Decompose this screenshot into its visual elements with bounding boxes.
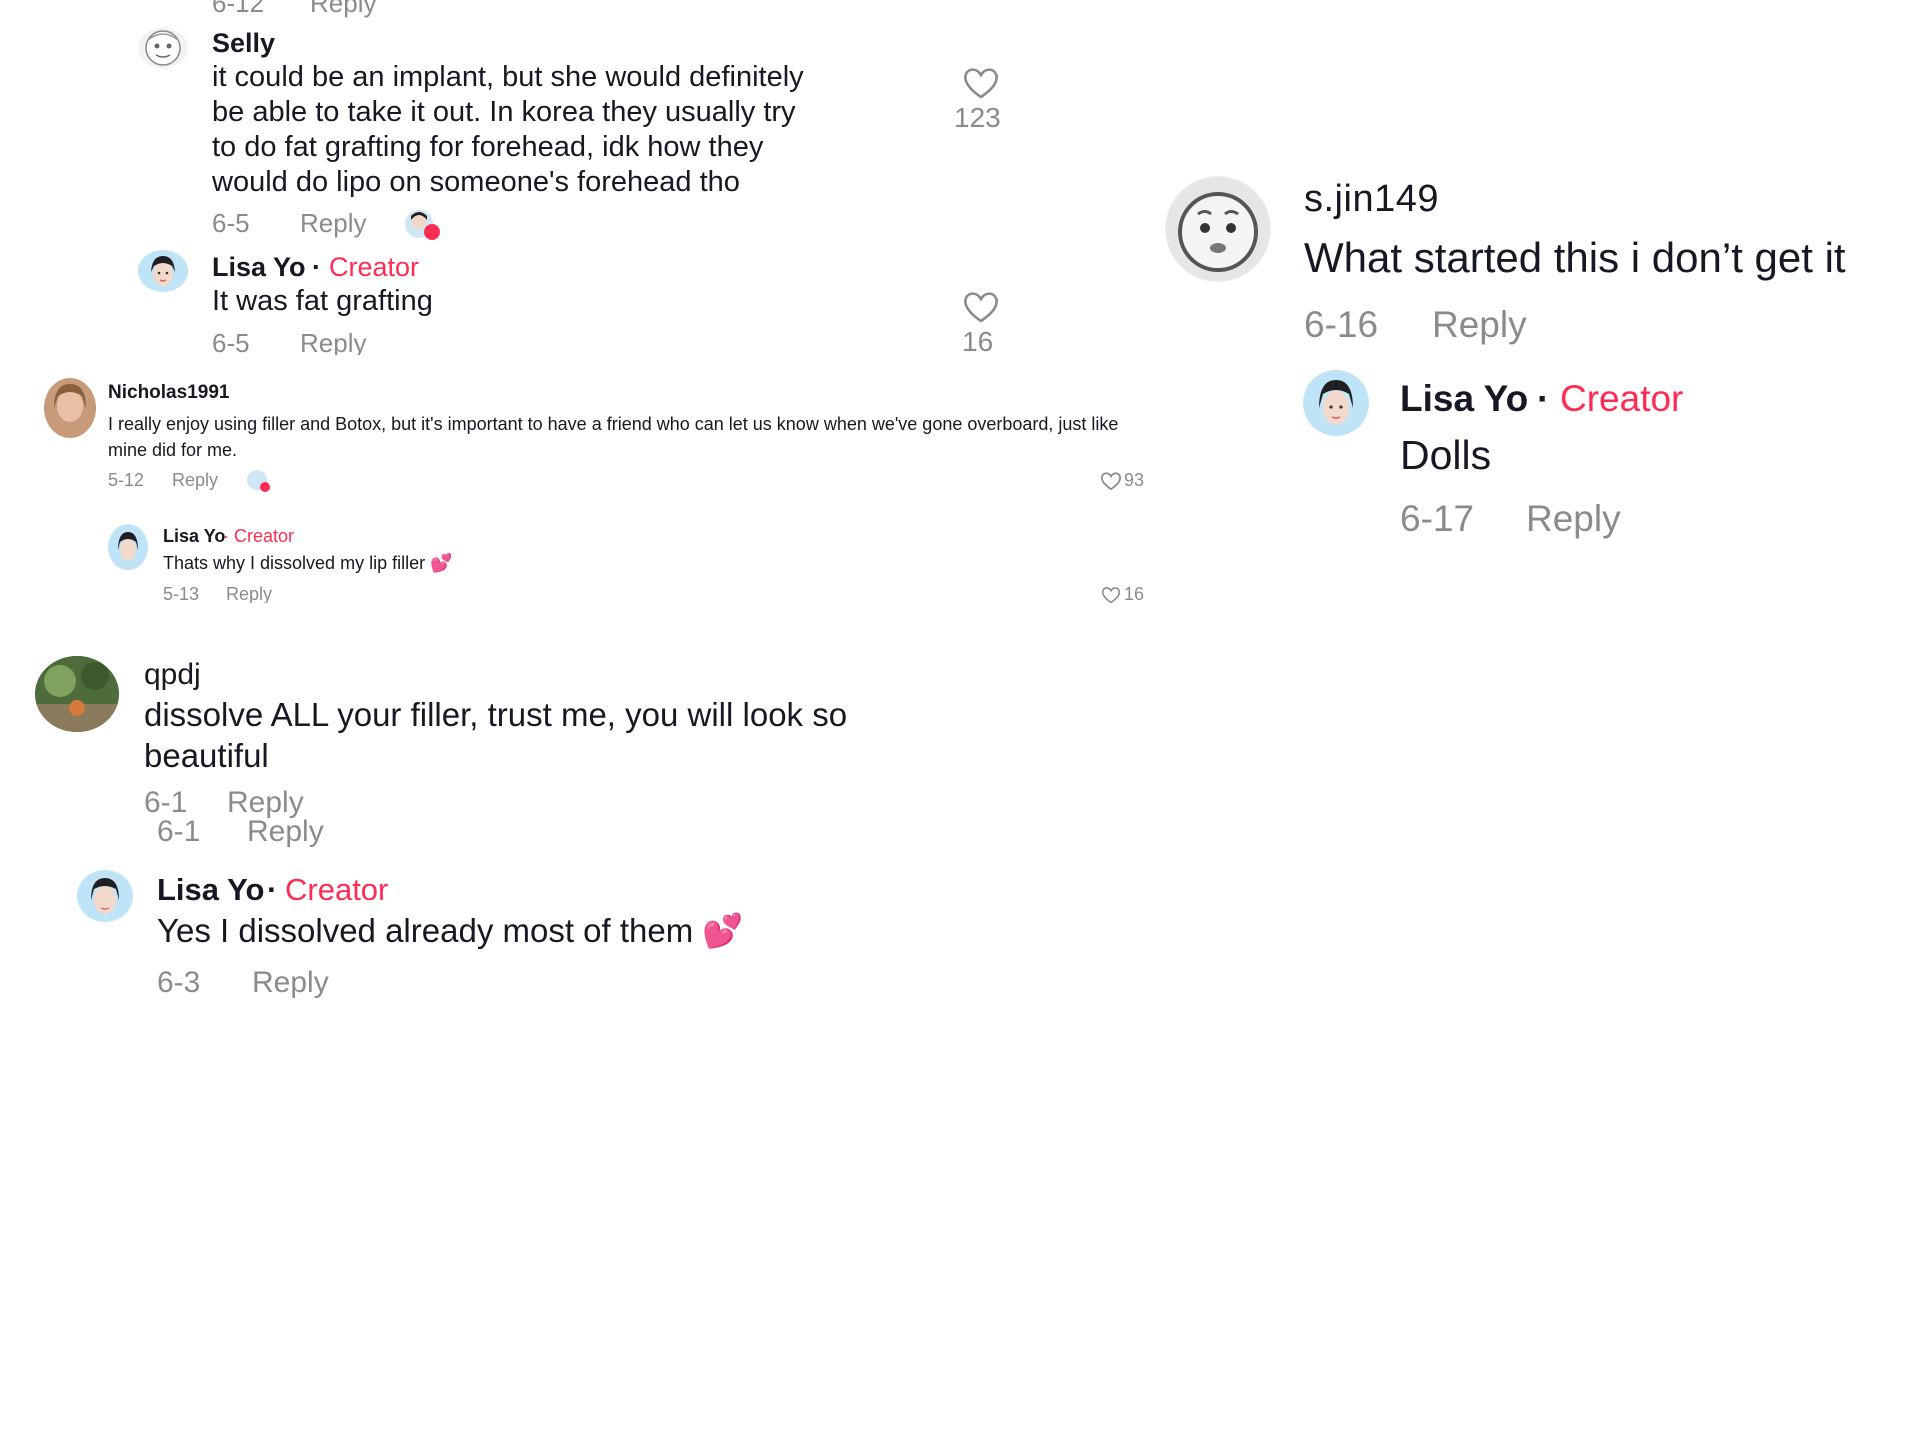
comment-date: 6-5 <box>212 208 250 238</box>
reply-text: It was fat grafting <box>212 285 433 317</box>
reply-date: 5-13 <box>163 584 200 603</box>
comment-text: I really enjoy using filler and Botox, b… <box>108 411 1118 463</box>
like-count: 16 <box>1124 584 1145 603</box>
reply-button[interactable]: Reply <box>1526 498 1621 540</box>
comment-panel-sjin: s.jin149 What started this i don’t get i… <box>1160 170 1920 550</box>
creator-badge: · Creator <box>223 526 294 547</box>
like-count: 123 <box>954 102 1001 133</box>
like-count: 93 <box>1124 470 1145 490</box>
comment-panel-selly: 6-12 Reply Selly it could be an implant,… <box>0 0 1160 355</box>
creator-avatar[interactable] <box>77 870 133 922</box>
reply-button[interactable]: Reply <box>310 0 376 19</box>
separator-dot: · <box>312 252 321 282</box>
reply-button[interactable]: Reply <box>1432 304 1527 346</box>
comment-text-line: to do fat grafting for forehead, idk how… <box>212 131 764 163</box>
comment-username[interactable]: s.jin149 <box>1304 178 1439 221</box>
reply-date: 6-17 <box>1400 498 1475 539</box>
comment-date: 5-12 <box>108 470 145 490</box>
reply-username[interactable]: Lisa Yo <box>212 252 306 283</box>
two-hearts-emoji-icon: 💕 <box>430 553 453 573</box>
comment-panel-qpdj: qpdj dissolve ALL your filler, trust me,… <box>0 640 1000 1010</box>
creator-badge: Creator <box>285 872 389 907</box>
comment-text: What started this i don’t get it <box>1304 234 1846 281</box>
like-heart-icon[interactable] <box>962 66 1000 100</box>
like-count: 16 <box>962 326 994 355</box>
separator-dot: · <box>267 872 278 907</box>
comment-username[interactable]: Nicholas1991 <box>108 382 229 404</box>
reply-date: 6-5 <box>212 328 250 355</box>
reply-date: 6-3 <box>157 966 201 999</box>
comment-date: 6-16 <box>1304 304 1379 345</box>
liked-by-creator-heart-icon <box>260 482 270 492</box>
reply-button[interactable]: Reply <box>300 328 366 355</box>
comment-date: 6-12 <box>212 0 265 18</box>
comment-text-line: would do lipo on someone's forehead tho <box>212 166 740 198</box>
creator-avatar[interactable] <box>108 524 148 570</box>
reply-text: Yes I dissolved already most of them 💕 <box>157 912 743 951</box>
comment-text: dissolve ALL your filler, trust me, you … <box>144 694 847 776</box>
reply-button[interactable]: Reply <box>172 470 218 491</box>
avatar[interactable] <box>1165 176 1271 282</box>
like-heart-icon[interactable] <box>1100 471 1122 491</box>
comment-text: it could be an implant, but she would de… <box>212 60 804 200</box>
creator-badge: Creator <box>329 252 420 282</box>
comment-username[interactable]: Selly <box>212 28 275 59</box>
creator-badge-label: Creator <box>234 526 295 546</box>
two-hearts-emoji-icon: 💕 <box>702 912 744 949</box>
avatar[interactable] <box>35 656 119 732</box>
comment-username[interactable]: qpdj <box>144 658 201 692</box>
separator-dot: · <box>1537 378 1550 419</box>
separator-dot: · <box>223 526 229 546</box>
comment-text-line: mine did for me. <box>108 440 238 460</box>
creator-avatar[interactable] <box>1303 370 1369 436</box>
liked-by-creator-heart-icon <box>424 224 440 240</box>
like-heart-icon[interactable] <box>962 290 1000 324</box>
creator-badge: Creator <box>1560 378 1684 419</box>
reply-text-body: Thats why I dissolved my lip filler <box>163 553 426 573</box>
reply-text-body: Yes I dissolved already most of them <box>157 912 694 949</box>
reply-button[interactable]: Reply <box>226 584 272 603</box>
comment-panel-nicholas: Nicholas1991 I really enjoy using filler… <box>0 360 1155 603</box>
reply-username[interactable]: Lisa Yo <box>1400 378 1528 420</box>
comment-date: 6-1 <box>157 815 201 848</box>
reply-button[interactable]: Reply <box>252 966 329 1000</box>
comment-text-line: be able to take it out. In korea they us… <box>212 96 796 128</box>
reply-text: Thats why I dissolved my lip filler 💕 <box>163 553 453 574</box>
comment-text-line: it could be an implant, but she would de… <box>212 61 804 93</box>
reply-username[interactable]: Lisa Yo <box>157 872 264 908</box>
comment-text-line: beautiful <box>144 737 269 774</box>
creator-avatar[interactable] <box>138 250 188 292</box>
reply-button[interactable]: Reply <box>300 208 366 239</box>
comment-text-line: I really enjoy using filler and Botox, b… <box>108 414 1119 434</box>
reply-username[interactable]: Lisa Yo <box>163 526 225 547</box>
like-heart-icon[interactable] <box>1101 586 1121 603</box>
reply-button[interactable]: Reply <box>247 815 324 849</box>
avatar[interactable] <box>44 378 96 438</box>
comment-text-line: dissolve ALL your filler, trust me, you … <box>144 696 848 733</box>
reply-text: Dolls <box>1400 432 1492 478</box>
avatar[interactable] <box>138 28 188 68</box>
